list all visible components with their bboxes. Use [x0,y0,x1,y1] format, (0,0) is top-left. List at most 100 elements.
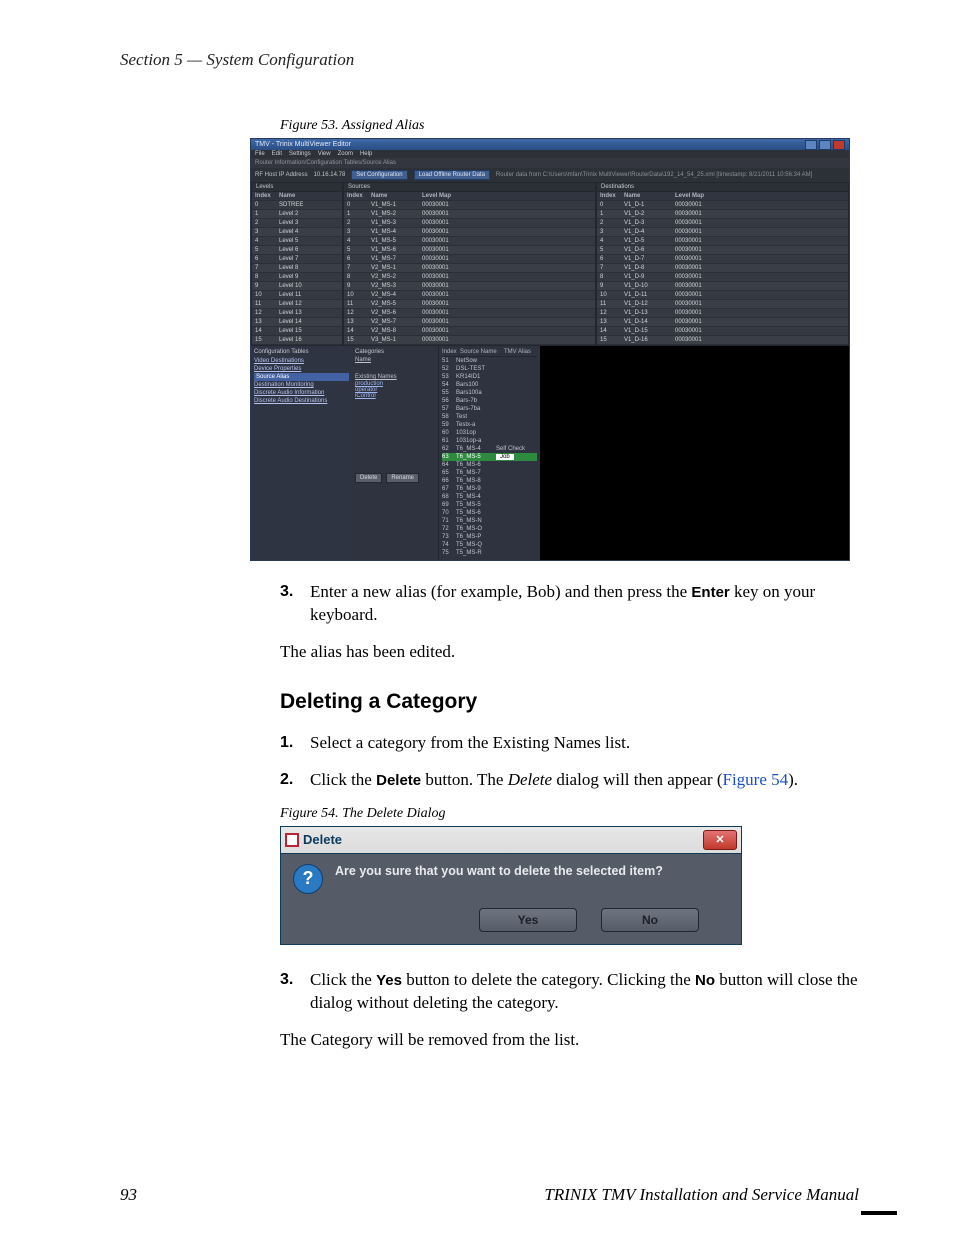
list-item[interactable]: 73T6_MS-P [442,533,537,541]
table-row[interactable]: 5V1_MS-600030001 [344,246,595,255]
list-item[interactable]: 66T6_MS-8 [442,477,537,485]
table-row[interactable]: 10Level 11 [252,291,342,300]
table-row[interactable]: 4Level 5 [252,237,342,246]
list-item[interactable]: 51NetSow [442,357,537,365]
table-row[interactable]: 14V1_D-1500030001 [597,327,848,336]
menu-zoom[interactable]: Zoom [338,151,353,157]
table-row[interactable]: 6V1_D-700030001 [597,255,848,264]
dialog-close-button[interactable]: ✕ [703,830,737,850]
table-row[interactable]: 12V2_MS-600030001 [344,309,595,318]
table-row[interactable]: 0V1_D-100030001 [597,201,848,210]
no-button[interactable]: No [601,908,699,932]
figure-54-reference[interactable]: Figure 54 [723,770,789,789]
table-row[interactable]: 0V1_MS-100030001 [344,201,595,210]
alias-edit-input[interactable]: Job [496,454,514,460]
table-row[interactable]: 9V1_D-1000030001 [597,282,848,291]
sidebar-item[interactable]: Destination Monitoring [254,381,349,389]
table-row[interactable]: 9V2_MS-300030001 [344,282,595,291]
list-item[interactable]: 67T6_MS-9 [442,485,537,493]
table-row[interactable]: 7V1_D-800030001 [597,264,848,273]
table-row[interactable]: 15V1_D-1600030001 [597,336,848,345]
table-row[interactable]: 1V1_MS-200030001 [344,210,595,219]
table-row[interactable]: 11V2_MS-500030001 [344,300,595,309]
minimize-icon[interactable] [805,140,817,150]
list-item[interactable]: 601031op [442,429,537,437]
list-item[interactable]: 56Bars-7b [442,397,537,405]
delete-button[interactable]: Delete [355,473,382,483]
table-row[interactable]: 12Level 13 [252,309,342,318]
namelist-col-alias: TMV Alias [504,349,531,355]
table-row[interactable]: 10V1_D-1100030001 [597,291,848,300]
table-row[interactable]: 0SDTREE [252,201,342,210]
sidebar-item[interactable]: Discrete Audio Information [254,389,349,397]
table-row[interactable]: 3Level 4 [252,228,342,237]
table-row[interactable]: 11V1_D-1200030001 [597,300,848,309]
menu-settings[interactable]: Settings [289,151,311,157]
list-item[interactable]: 68T5_MS-4 [442,493,537,501]
table-row[interactable]: 10V2_MS-400030001 [344,291,595,300]
maximize-icon[interactable] [819,140,831,150]
list-item[interactable]: 74T5_MS-Q [442,541,537,549]
table-row[interactable]: 13V1_D-1400030001 [597,318,848,327]
table-row[interactable]: 7Level 8 [252,264,342,273]
table-row[interactable]: 15V3_MS-100030001 [344,336,595,345]
table-row[interactable]: 8Level 9 [252,273,342,282]
table-row[interactable]: 2V1_D-300030001 [597,219,848,228]
list-item[interactable]: 58Test [442,413,537,421]
table-row[interactable]: 5V1_D-600030001 [597,246,848,255]
sidebar-item[interactable]: Discrete Audio Destinations [254,397,349,405]
list-item[interactable]: 54Bars100 [442,381,537,389]
sidebar-item[interactable]: Video Destinations [254,357,349,365]
close-icon[interactable] [833,140,845,150]
list-item[interactable]: 55Bars100a [442,389,537,397]
sidebar-item[interactable]: Device Properties [254,365,349,373]
table-row[interactable]: 7V2_MS-100030001 [344,264,595,273]
list-item[interactable]: 70T5_MS-6 [442,509,537,517]
table-row[interactable]: 12V1_D-1300030001 [597,309,848,318]
list-item[interactable]: 57Bars-7ba [442,405,537,413]
table-row[interactable]: 15Level 16 [252,336,342,345]
list-item[interactable]: 52DSL-TEST [442,365,537,373]
list-item[interactable]: 53KR14ID1 [442,373,537,381]
rename-button[interactable]: Rename [386,473,419,483]
table-row[interactable]: 14V2_MS-800030001 [344,327,595,336]
table-row[interactable]: 3V1_D-400030001 [597,228,848,237]
list-item[interactable]: 71T6_MS-N [442,517,537,525]
list-item[interactable]: 69T5_MS-5 [442,501,537,509]
list-item[interactable]: 72T6_MS-O [442,525,537,533]
table-row[interactable]: 8V2_MS-200030001 [344,273,595,282]
list-item[interactable]: 65T6_MS-7 [442,469,537,477]
table-row[interactable]: 2V1_MS-300030001 [344,219,595,228]
dest-col-index: Index [597,192,621,201]
table-row[interactable]: 14Level 15 [252,327,342,336]
table-row[interactable]: 6V1_MS-700030001 [344,255,595,264]
list-item[interactable]: 63T6_MS-5Job [442,453,537,461]
sidebar-item[interactable]: Source Alias [254,373,349,381]
list-item[interactable]: 62T6_MS-4Self Check [442,445,537,453]
list-item[interactable]: 611031op-a [442,437,537,445]
menu-view[interactable]: View [318,151,331,157]
table-row[interactable]: 4V1_MS-500030001 [344,237,595,246]
table-row[interactable]: 4V1_D-500030001 [597,237,848,246]
set-configuration-button[interactable]: Set Configuration [351,170,407,180]
table-row[interactable]: 6Level 7 [252,255,342,264]
list-item[interactable]: 75T5_MS-R [442,549,537,557]
table-row[interactable]: 5Level 6 [252,246,342,255]
table-row[interactable]: 13Level 14 [252,318,342,327]
list-item[interactable]: 59Testx-a [442,421,537,429]
table-row[interactable]: 1V1_D-200030001 [597,210,848,219]
table-row[interactable]: 11Level 12 [252,300,342,309]
menu-edit[interactable]: Edit [272,151,282,157]
table-row[interactable]: 8V1_D-900030001 [597,273,848,282]
list-item[interactable]: 64T6_MS-6 [442,461,537,469]
menu-file[interactable]: File [255,151,265,157]
table-row[interactable]: 13V2_MS-700030001 [344,318,595,327]
figure-54-caption: Figure 54. The Delete Dialog [280,806,859,822]
table-row[interactable]: 9Level 10 [252,282,342,291]
table-row[interactable]: 2Level 3 [252,219,342,228]
table-row[interactable]: 3V1_MS-400030001 [344,228,595,237]
yes-button[interactable]: Yes [479,908,577,932]
table-row[interactable]: 1Level 2 [252,210,342,219]
load-offline-button[interactable]: Load Offline Router Data [414,170,490,180]
menu-help[interactable]: Help [360,151,372,157]
